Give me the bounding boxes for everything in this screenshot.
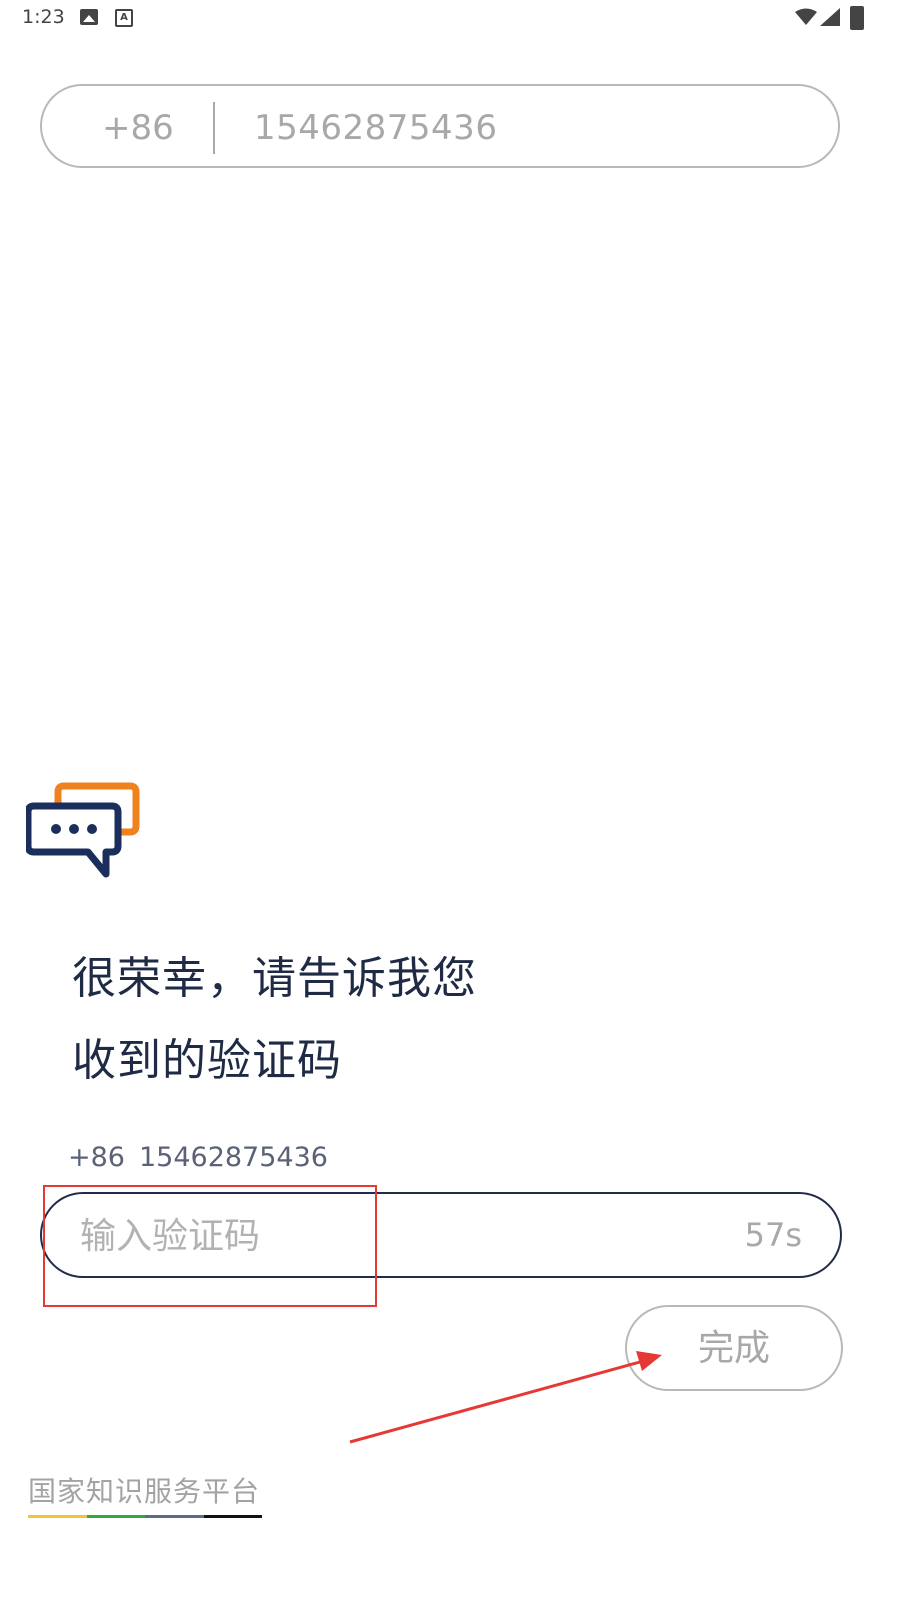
verification-code-field[interactable]: 57s [40, 1192, 842, 1278]
resend-countdown: 57s [744, 1216, 802, 1254]
a-icon: A [115, 9, 133, 27]
divider [213, 102, 215, 154]
footer-bar-segment [86, 1515, 145, 1518]
footer-bar-segment [145, 1515, 204, 1518]
image-icon [80, 9, 98, 25]
battery-icon [850, 6, 864, 30]
verification-code-input[interactable] [78, 1194, 642, 1278]
phone-number: 15462875436 [254, 108, 498, 148]
prompt-line-1: 很荣幸，请告诉我您 [72, 953, 477, 1004]
status-bar: 1:23 A [0, 0, 900, 36]
prompt-line-2: 收到的验证码 [72, 1035, 342, 1086]
footer-color-bar [28, 1515, 262, 1518]
done-button[interactable]: 完成 [625, 1305, 843, 1391]
footer-bar-segment [203, 1515, 262, 1518]
phone-hint-country-code: +86 [68, 1142, 125, 1173]
signal-icon [820, 8, 840, 26]
wifi-icon [795, 8, 817, 25]
footer-label: 国家知识服务平台 [28, 1475, 261, 1508]
phone-hint: +86 15462875436 [68, 1142, 342, 1173]
footer-bar-segment [28, 1515, 87, 1518]
country-code[interactable]: +86 [102, 108, 174, 148]
chat-bubbles-icon [26, 782, 140, 878]
status-time: 1:23 [22, 6, 65, 28]
phone-hint-number: 15462875436 [138, 1142, 328, 1173]
phone-number-display[interactable]: +86 15462875436 [40, 84, 840, 168]
